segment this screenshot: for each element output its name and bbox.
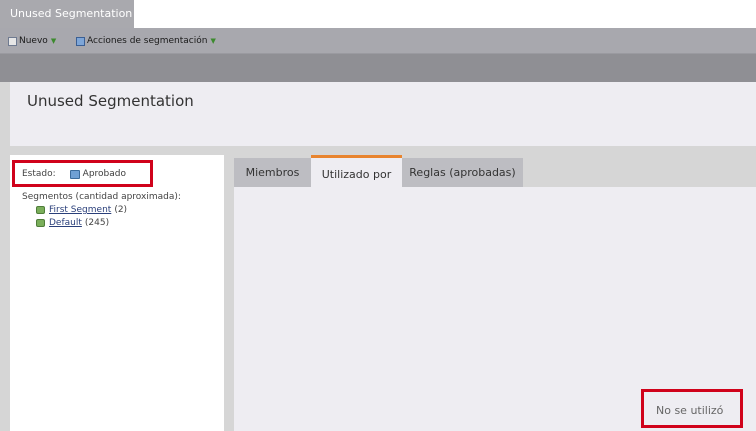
segmentation-details-panel: Estado: Aprobado Segmentos (cantidad apr… [10, 155, 224, 431]
new-menu-label: Nuevo [19, 36, 48, 46]
page-header: Unused Segmentation [10, 82, 756, 146]
page-title: Unused Segmentation [27, 92, 194, 110]
window-tab[interactable]: Unused Segmentation [0, 0, 134, 28]
segment-item: Default (245) [36, 218, 109, 228]
tab-members[interactable]: Miembros [234, 158, 311, 187]
dropdown-caret-icon: ▼ [210, 37, 216, 45]
header-band [0, 54, 756, 82]
status-highlight-box [12, 160, 153, 187]
toolbar: Nuevo ▼ Acciones de segmentación ▼ [0, 28, 756, 54]
segment-icon [36, 206, 45, 214]
new-menu-button[interactable]: Nuevo ▼ [8, 28, 56, 54]
segment-item: First Segment (2) [36, 205, 127, 215]
segment-link-first-segment[interactable]: First Segment [49, 205, 111, 215]
top-tab-strip: Unused Segmentation [0, 0, 756, 28]
segment-count: (2) [114, 205, 128, 215]
segment-count: (245) [84, 218, 110, 228]
dropdown-caret-icon: ▼ [50, 37, 57, 45]
empty-state-highlight-box [641, 389, 743, 428]
segment-link-default[interactable]: Default [49, 218, 82, 228]
segmentation-actions-label: Acciones de segmentación [87, 36, 208, 46]
segmentation-actions-icon [76, 36, 85, 46]
tab-bar: Miembros Utilizado por Reglas (aprobadas… [234, 155, 756, 187]
segments-label: Segmentos (cantidad aproximada): [22, 192, 181, 202]
segmentation-actions-button[interactable]: Acciones de segmentación ▼ [76, 28, 216, 54]
tab-used-by[interactable]: Utilizado por [311, 155, 402, 187]
tab-approved-rules[interactable]: Reglas (aprobadas) [402, 158, 523, 187]
new-document-icon [8, 36, 17, 46]
segment-icon [36, 219, 45, 227]
